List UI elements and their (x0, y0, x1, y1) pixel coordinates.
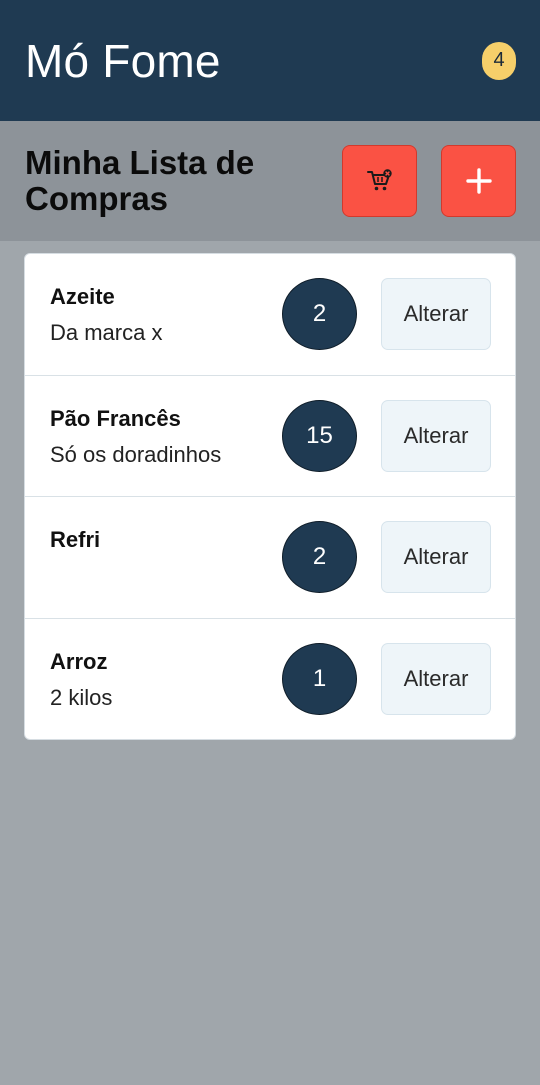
list-item: Arroz 2 kilos 1 Alterar (25, 619, 515, 740)
quantity-badge: 2 (282, 278, 357, 350)
item-description: 2 kilos (50, 684, 113, 710)
item-name: Refri (50, 527, 101, 552)
shopping-list: Azeite Da marca x 2 Alterar Pão Francês … (24, 253, 516, 740)
alter-button[interactable]: Alterar (381, 278, 491, 350)
alter-button[interactable]: Alterar (381, 399, 491, 472)
header-actions (342, 145, 516, 217)
list-item: Pão Francês Só os doradinhos 15 Alterar (25, 376, 515, 497)
list-header: Minha Lista de Compras (0, 121, 540, 241)
item-description: Da marca x (50, 320, 163, 345)
item-description: Só os doradinhos (50, 441, 222, 467)
cart-remove-icon (366, 169, 392, 191)
clear-cart-button[interactable] (342, 145, 417, 217)
quantity-badge: 2 (282, 521, 357, 593)
quantity-badge: 1 (282, 642, 357, 715)
quantity-badge: 15 (282, 399, 357, 472)
app-root: Mó Fome 4 Minha Lista de Compras Azeite … (0, 0, 540, 1085)
app-title: Mó Fome (25, 34, 221, 87)
page-title: Minha Lista de Compras (25, 144, 255, 217)
cart-count-badge[interactable]: 4 (482, 41, 516, 80)
add-item-button[interactable] (441, 145, 516, 217)
list-item: Azeite Da marca x 2 Alterar (25, 254, 515, 376)
item-name: Arroz (50, 648, 108, 674)
item-name: Azeite (50, 284, 115, 309)
plus-icon (465, 168, 492, 194)
list-item: Refri 2 Alterar (25, 497, 515, 619)
navbar: Mó Fome 4 (0, 0, 540, 121)
alter-button[interactable]: Alterar (381, 642, 491, 715)
item-name: Pão Francês (50, 405, 181, 431)
alter-button[interactable]: Alterar (381, 521, 491, 593)
